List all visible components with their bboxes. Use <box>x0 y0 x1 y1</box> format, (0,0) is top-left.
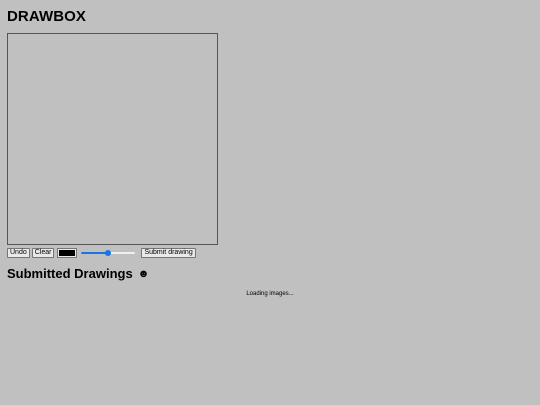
slider-thumb[interactable] <box>105 249 112 256</box>
drawing-canvas[interactable] <box>7 33 218 245</box>
color-picker-fill <box>59 249 76 256</box>
drawing-toolbar: Undo Clear Submit drawing <box>7 247 196 258</box>
brush-size-slider[interactable] <box>81 248 136 258</box>
app-title: DRAWBOX <box>7 8 87 25</box>
gallery-heading: Submitted Drawings ☻ <box>7 266 149 281</box>
color-picker[interactable] <box>57 247 78 258</box>
smiley-icon: ☻ <box>137 268 150 280</box>
clear-button[interactable]: Clear <box>31 247 55 258</box>
undo-button[interactable]: Undo <box>7 247 30 258</box>
slider-track-fill <box>81 251 109 254</box>
gallery-title: Submitted Drawings <box>7 266 133 281</box>
submit-drawing-button[interactable]: Submit drawing <box>141 247 196 258</box>
loading-status: Loading images... <box>246 291 294 297</box>
